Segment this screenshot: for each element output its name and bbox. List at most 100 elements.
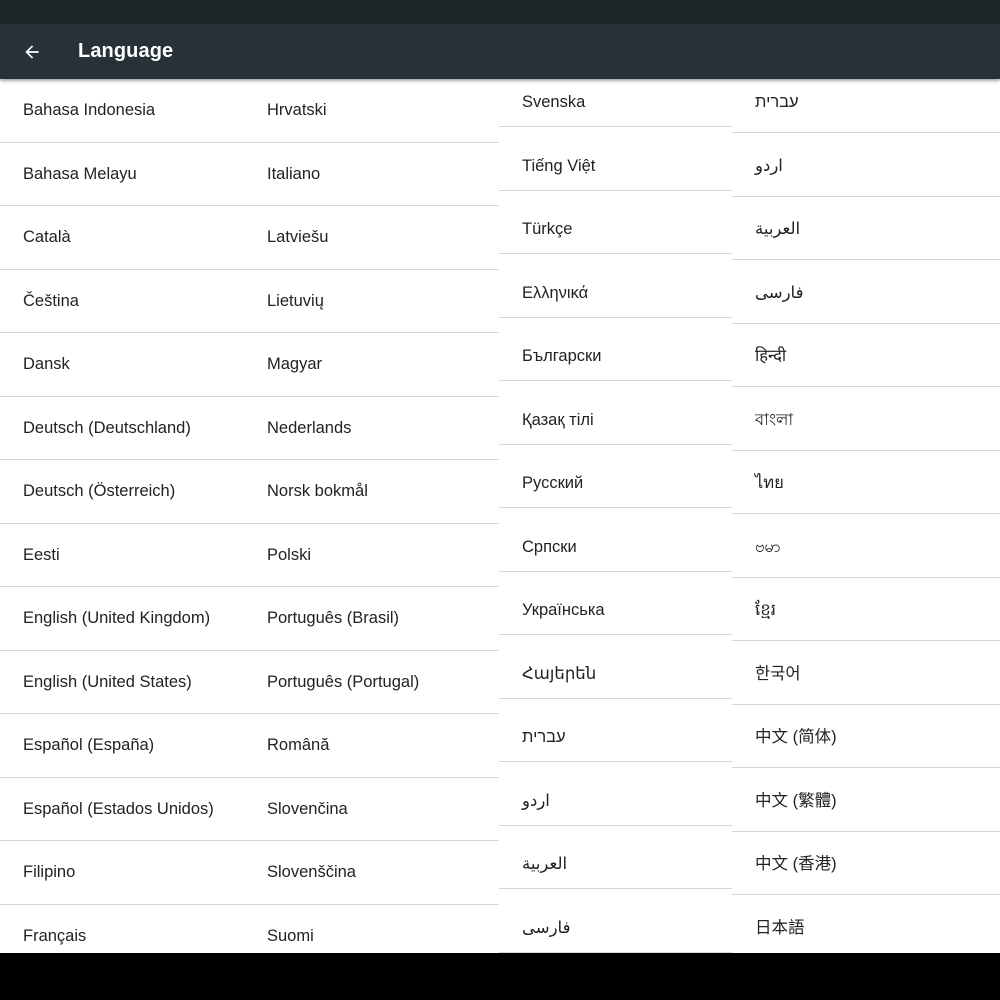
language-item[interactable]: Filipino: [23, 841, 75, 905]
page-title: Language: [78, 40, 174, 62]
language-item[interactable]: Português (Portugal): [267, 651, 419, 715]
back-button[interactable]: [12, 32, 52, 72]
language-row: Français Suomi: [0, 904, 499, 954]
divider: [732, 830, 1000, 832]
language-item[interactable]: 中文 (繁體): [755, 770, 837, 834]
language-item[interactable]: Español (España): [23, 714, 154, 778]
language-item[interactable]: English (United States): [23, 651, 192, 715]
language-item[interactable]: Български: [522, 325, 601, 389]
divider: [499, 253, 732, 254]
language-item[interactable]: Lietuvių: [267, 270, 324, 334]
divider: [732, 894, 1000, 895]
language-list-left: Bahasa Indonesia Hrvatski Bahasa Melayu Ita…: [0, 79, 499, 953]
divider: [732, 640, 1000, 641]
language-item[interactable]: Español (Estados Unidos): [23, 778, 214, 842]
language-item[interactable]: Tiếng Việt: [522, 135, 595, 199]
language-item[interactable]: Bahasa Melayu: [23, 143, 137, 207]
language-item[interactable]: Latviešu: [267, 206, 328, 270]
language-item[interactable]: ไทย: [755, 452, 784, 516]
language-item[interactable]: Bahasa Indonesia: [23, 79, 155, 143]
divider: [732, 449, 1000, 451]
language-row: Svenska עברית: [499, 79, 1000, 135]
language-item[interactable]: বাংলা: [755, 389, 793, 453]
language-item[interactable]: Українська: [522, 579, 605, 643]
language-row: Deutsch (Österreich) Norsk bokmål: [0, 460, 499, 524]
language-row: Español (España) Română: [0, 714, 499, 778]
language-item[interactable]: English (United Kingdom): [23, 587, 210, 651]
language-row: Català Latviešu: [0, 206, 499, 270]
language-row: Հայերեն 한국어: [499, 642, 1000, 707]
language-item[interactable]: Italiano: [267, 143, 320, 207]
language-item[interactable]: Română: [267, 714, 329, 778]
language-item[interactable]: Deutsch (Österreich): [23, 460, 175, 524]
language-item[interactable]: Polski: [267, 524, 311, 588]
divider: [732, 259, 1000, 260]
language-item[interactable]: Қазақ тілі: [522, 389, 594, 453]
divider: [732, 703, 1000, 705]
language-item[interactable]: اردو: [755, 135, 783, 199]
language-item[interactable]: Suomi: [267, 905, 314, 954]
language-item[interactable]: Slovenčina: [267, 778, 348, 842]
app-bar: Language: [0, 24, 1000, 79]
language-item[interactable]: Հայերեն: [522, 643, 596, 707]
language-item[interactable]: Norsk bokmål: [267, 460, 368, 524]
divider: [499, 126, 732, 127]
divider: [499, 380, 732, 381]
language-row: اردو 中文 (繁體): [499, 769, 1000, 834]
language-row: Ελληνικά فارسی: [499, 261, 1000, 326]
language-item[interactable]: فارسی: [755, 262, 803, 326]
language-item[interactable]: Català: [23, 206, 71, 270]
language-item[interactable]: 日本語: [755, 897, 805, 954]
divider: [499, 761, 732, 762]
language-row: Türkçe العربية: [499, 198, 1000, 262]
divider: [732, 767, 1000, 768]
language-item[interactable]: Čeština: [23, 270, 79, 334]
language-item[interactable]: ဗမာ: [755, 516, 781, 580]
divider: [732, 132, 1000, 133]
language-item[interactable]: Hrvatski: [267, 79, 327, 143]
language-item[interactable]: 한국어: [755, 643, 801, 707]
language-row: Bahasa Indonesia Hrvatski: [0, 79, 499, 143]
language-item[interactable]: Magyar: [267, 333, 322, 397]
language-item[interactable]: فارسی: [522, 897, 570, 954]
language-item[interactable]: עברית: [522, 706, 566, 770]
language-item[interactable]: Português (Brasil): [267, 587, 399, 651]
language-item[interactable]: Türkçe: [522, 198, 572, 262]
language-row: Español (Estados Unidos) Slovenčina: [0, 777, 499, 842]
language-item[interactable]: Deutsch (Deutschland): [23, 397, 191, 461]
language-item[interactable]: Русский: [522, 452, 583, 516]
divider: [732, 322, 1000, 324]
divider: [732, 576, 1000, 578]
language-row: Tiếng Việt اردو: [499, 134, 1000, 199]
screen: Language Bahasa Indonesia Hrvatski Bahasa …: [0, 0, 1000, 1000]
language-row: English (United Kingdom) Português (Brasi…: [0, 587, 499, 651]
language-row: Eesti Polski: [0, 523, 499, 588]
language-row: Қазақ тілі বাংলা: [499, 388, 1000, 453]
language-item[interactable]: 中文 (简体): [755, 706, 837, 770]
language-row: Bahasa Melayu Italiano: [0, 142, 499, 207]
language-item[interactable]: العربية: [522, 833, 567, 897]
language-item[interactable]: Français: [23, 905, 86, 954]
language-item[interactable]: עברית: [755, 79, 799, 135]
language-row: Български हिन्दी: [499, 325, 1000, 389]
language-item[interactable]: 中文 (香港): [755, 833, 837, 897]
language-item[interactable]: Eesti: [23, 524, 60, 588]
language-item[interactable]: हिन्दी: [755, 325, 786, 389]
divider: [499, 824, 732, 826]
divider: [499, 443, 732, 445]
divider: [499, 570, 732, 572]
language-row: العربية 中文 (香港): [499, 833, 1000, 897]
language-item[interactable]: Nederlands: [267, 397, 351, 461]
divider: [499, 507, 732, 508]
language-item[interactable]: Slovenščina: [267, 841, 356, 905]
language-item[interactable]: Ελληνικά: [522, 262, 588, 326]
language-row: Українська ខ្មែរ: [499, 579, 1000, 643]
language-item[interactable]: العربية: [755, 198, 800, 262]
language-item[interactable]: Српски: [522, 516, 577, 580]
language-row: Dansk Magyar: [0, 333, 499, 397]
language-item[interactable]: ខ្មែរ: [755, 579, 776, 643]
language-item[interactable]: Dansk: [23, 333, 70, 397]
language-list[interactable]: Bahasa Indonesia Hrvatski Bahasa Melayu Ita…: [0, 79, 1000, 953]
language-row: Čeština Lietuvių: [0, 269, 499, 334]
language-item[interactable]: اردو: [522, 770, 550, 834]
